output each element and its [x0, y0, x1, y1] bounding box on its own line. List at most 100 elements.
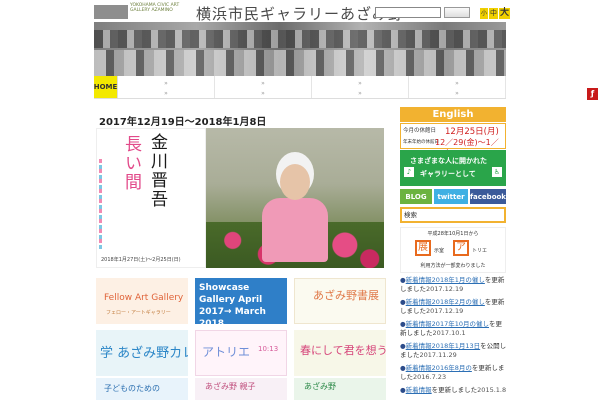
accessibility-banner[interactable]: さまざまな人に開かれた ♪ ギャラリーとして ♿: [400, 150, 506, 186]
atelier-notice[interactable]: 平成28年10月1日から 展 示室 ア トリエ 利用方法が一部変わりました: [400, 227, 506, 273]
news-date: 2017.12.19: [426, 306, 464, 315]
news-date: 2016.7.23: [413, 372, 447, 381]
exhibit-date-range: 2017年12月19日～2018年1月8日: [99, 117, 267, 128]
poster-stripes: [99, 159, 102, 249]
news-link[interactable]: 新着情報2018年1月13日: [406, 342, 480, 350]
banner-text: アトリエ: [202, 345, 251, 359]
flash-plugin-icon[interactable]: ƒ: [587, 88, 598, 100]
nav-home[interactable]: HOME: [94, 76, 118, 98]
banner-text: あざみ野 親子: [205, 382, 256, 391]
news-link[interactable]: 新着情報2016年8月の: [406, 364, 472, 372]
news-link[interactable]: 新着情報2018年1月の催し: [406, 276, 485, 284]
search-input[interactable]: [375, 7, 441, 18]
nav-item[interactable]: »»: [312, 76, 409, 98]
banner-atelier[interactable]: アトリエ 10:13: [195, 330, 287, 376]
wheelchair-icon: ♿: [492, 167, 502, 177]
facebook-button[interactable]: facebook: [470, 189, 506, 204]
banner-spring[interactable]: 春にして君を想う: [294, 330, 386, 376]
closed-month-value: 12月25日(月): [445, 127, 499, 137]
person-body: [262, 198, 328, 262]
banner-text: Showcase Gallery April 2017→ March 2018: [199, 283, 266, 324]
sidebar-search-input[interactable]: 検索: [402, 209, 504, 221]
chevron-down-icon: »: [358, 80, 362, 87]
exhibition-room-label: 示室: [434, 248, 445, 254]
banner-fellow-art-gallery[interactable]: Fellow Art Gallery フェロー・アートギャラリー: [96, 278, 188, 324]
banner-subtext: フェロー・アートギャラリー: [106, 310, 171, 316]
news-date: 2015.1.8: [477, 386, 507, 394]
chevron-down-icon: »: [455, 90, 459, 97]
news-date: 2017.11.29: [419, 350, 457, 359]
social-links: BLOG twitter facebook: [400, 189, 506, 204]
chevron-down-icon: »: [164, 80, 168, 87]
nav-item[interactable]: »»: [409, 76, 506, 98]
banner-azamino-forum[interactable]: あざみ野: [294, 378, 386, 400]
accessibility-line1: さまざまな人に開かれた: [410, 157, 487, 165]
news-link[interactable]: 新着情報2018年2月の催し: [406, 298, 485, 306]
news-item: ●新着情報を更新しました2015.1.8: [400, 386, 508, 395]
ear-icon: ♪: [404, 167, 414, 177]
nav-item[interactable]: »»: [118, 76, 215, 98]
closed-days-box: 今月の休館日 12月25日(月) 年末年始の休館日 12／29(金)〜1／3(水…: [400, 123, 506, 158]
person-head: [280, 164, 310, 200]
banner-azamino-college[interactable]: 学 あざみ野カレッジ: [96, 330, 188, 376]
banner-showcase-gallery[interactable]: Showcase Gallery April 2017→ March 2018: [195, 278, 287, 324]
font-size-small-button[interactable]: 小: [480, 8, 489, 19]
news-link[interactable]: 新着情報: [406, 386, 432, 394]
search-button[interactable]: [444, 7, 470, 18]
news-item: ●新着情報2018年1月13日を公開しました2017.11.29: [400, 342, 508, 359]
news-item: ●新着情報2016年8月のを更新しました2016.7.23: [400, 364, 508, 381]
news-item: ●新着情報2017年10月の催しを更新しました2017.10.1: [400, 320, 508, 337]
banner-azamino-calligraphy[interactable]: あざみ野書展: [294, 278, 386, 324]
exhibition-photo[interactable]: [206, 128, 384, 268]
new-year-closed-label: 年末年始の休館日: [403, 140, 439, 145]
english-button[interactable]: English: [400, 107, 506, 122]
news-date: 2017.10.1: [432, 328, 466, 337]
font-size-switcher: 小 中 大: [480, 8, 511, 19]
banner-kids[interactable]: 子どものための: [96, 378, 188, 400]
site-title[interactable]: 横浜市民ギャラリーあざみ野: [196, 3, 404, 24]
font-size-medium-button[interactable]: 中: [489, 8, 499, 19]
closed-month-label: 今月の休館日: [403, 128, 437, 134]
atelier-label: トリエ: [472, 248, 488, 254]
news-date: 2017.12.19: [426, 284, 464, 293]
news-text: を更新しました: [431, 386, 478, 394]
poster-title-left: 長い間: [121, 135, 141, 192]
sidebar-search: 検索: [400, 207, 506, 223]
atelier-notice-text: 利用方法が一部変わりました: [420, 263, 486, 269]
news-item: ●新着情報2018年1月の催しを更新しました2017.12.19: [400, 276, 508, 293]
main-nav: HOME »» »» »» »»: [94, 76, 506, 98]
atelier-box: ア: [453, 240, 469, 256]
banner-azamino-oya[interactable]: あざみ野 親子: [195, 378, 287, 400]
news-link[interactable]: 新着情報2017年10月の催し: [406, 320, 489, 328]
news-list: ●新着情報2018年1月の催しを更新しました2017.12.19 ●新着情報20…: [400, 276, 508, 400]
twitter-button[interactable]: twitter: [434, 189, 468, 204]
hero-crowd-row: [94, 50, 506, 76]
chevron-down-icon: »: [261, 90, 265, 97]
banner-text: あざみ野: [304, 382, 336, 391]
banner-text: 春にして君を想う: [300, 344, 386, 357]
font-size-large-button[interactable]: 大: [499, 8, 511, 19]
banner-text: あざみ野書展: [313, 289, 379, 302]
chevron-down-icon: »: [455, 80, 459, 87]
nav-item[interactable]: »»: [215, 76, 312, 98]
banner-text: 学 あざみ野カレッジ: [100, 346, 188, 361]
banner-subtext: 10:13: [258, 345, 279, 353]
poster-title-right: 金川晋吾: [147, 133, 167, 209]
accessibility-line2: ギャラリーとして: [420, 170, 476, 178]
logo-mark[interactable]: [94, 5, 128, 19]
poster-dates: 2018年1月27日(土)～2月25日(日): [101, 257, 181, 263]
blog-button[interactable]: BLOG: [400, 189, 432, 204]
chevron-down-icon: »: [358, 90, 362, 97]
exhibition-poster[interactable]: 長い間 金川晋吾 2018年1月27日(土)～2月25日(日): [96, 128, 206, 268]
chevron-down-icon: »: [261, 80, 265, 87]
banner-text: 子どものための: [104, 384, 160, 393]
atelier-notice-date: 平成28年10月1日から: [427, 231, 479, 237]
exhibition-room-box: 展: [415, 240, 431, 256]
hero-crowd-row: [94, 30, 506, 48]
chevron-down-icon: »: [164, 90, 168, 97]
nav-divider: [94, 98, 506, 99]
logo-text[interactable]: YOKOHAMA CIVIC ART GALLERY AZAMINO: [130, 3, 190, 13]
hero-photo: [94, 22, 506, 76]
news-item: ●新着情報2018年2月の催しを更新しました2017.12.19: [400, 298, 508, 315]
banner-text: Fellow Art Gallery: [104, 293, 184, 303]
